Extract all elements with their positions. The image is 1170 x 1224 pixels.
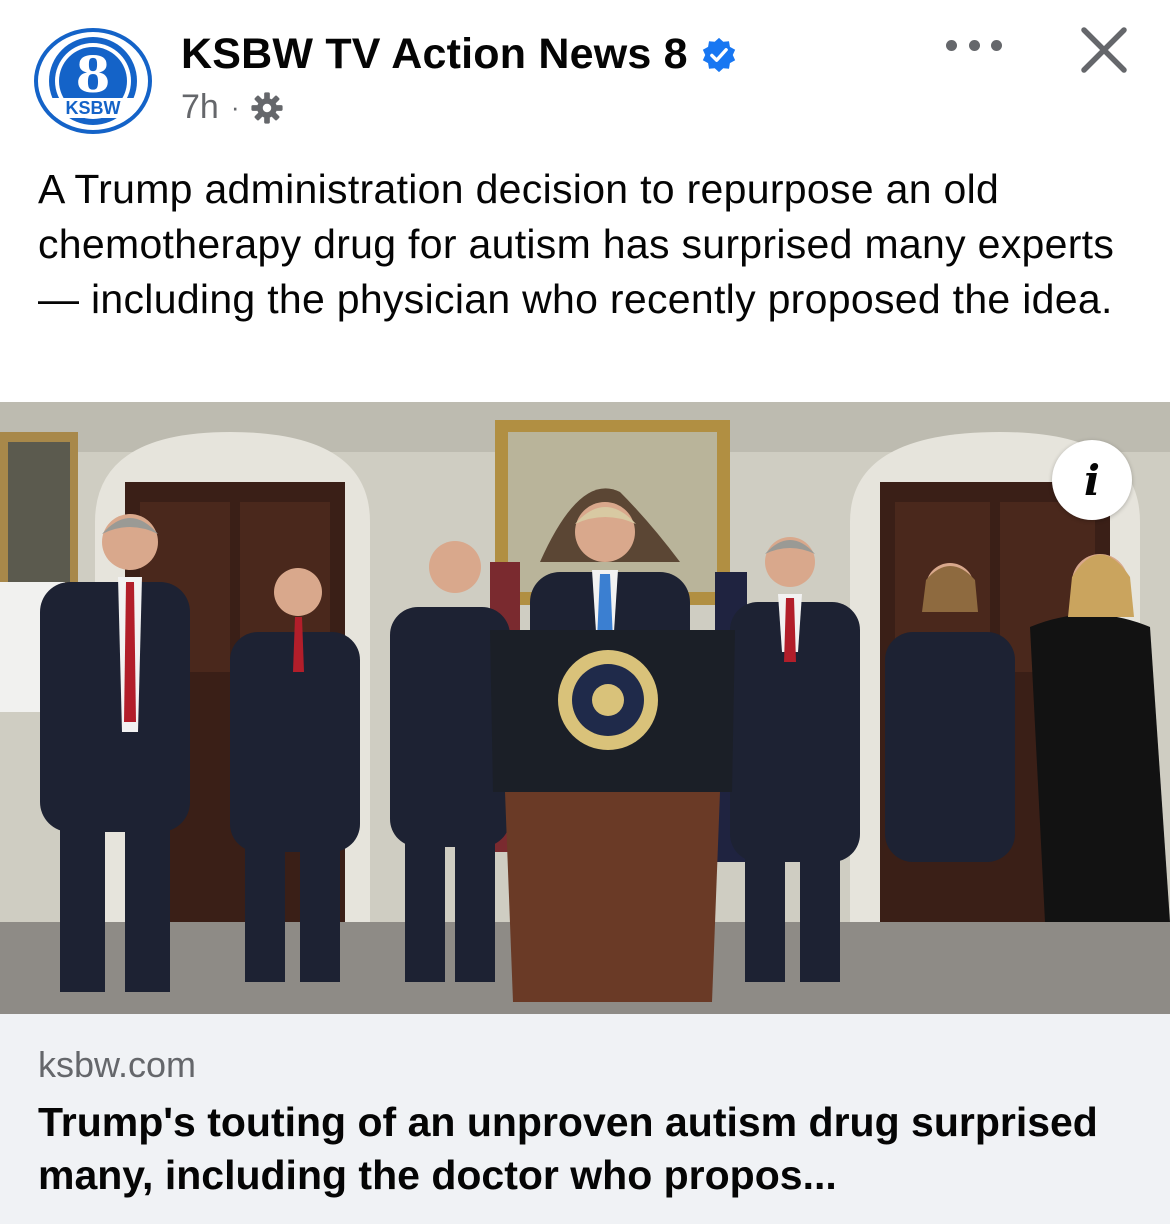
gear-icon[interactable] <box>250 91 284 125</box>
close-icon[interactable] <box>1078 24 1130 76</box>
more-dot <box>991 39 1002 51</box>
page-name[interactable]: KSBW TV Action News 8 <box>181 30 738 79</box>
ksbw-logo-icon: 8 KSBW <box>48 37 138 125</box>
logo-number: 8 <box>76 45 111 104</box>
more-dot <box>968 39 980 51</box>
verified-badge-icon <box>702 37 735 72</box>
meta-separator: · <box>230 92 240 122</box>
link-preview-card[interactable]: ksbw.com Trump's touting of an unproven … <box>0 1014 1170 1224</box>
info-icon[interactable]: i <box>1052 440 1132 520</box>
more-options-icon[interactable] <box>946 30 1002 60</box>
post-meta: 7h · <box>181 88 284 127</box>
post-header: 8 KSBW KSBW TV Action News 8 7h · <box>0 0 1170 160</box>
page-name-label[interactable]: KSBW TV Action News 8 <box>181 30 688 79</box>
more-dot <box>946 39 957 51</box>
post-caption: A Trump administration decision to repur… <box>38 166 1115 322</box>
logo-text: KSBW <box>66 98 121 118</box>
post-photo[interactable] <box>0 402 1170 1014</box>
link-title[interactable]: Trump's touting of an unproven autism dr… <box>38 1096 1138 1202</box>
post-time[interactable]: 7h <box>181 88 219 127</box>
press-event-photo <box>0 402 1170 1014</box>
page-avatar[interactable]: 8 KSBW <box>34 28 152 134</box>
link-domain: ksbw.com <box>38 1044 197 1085</box>
